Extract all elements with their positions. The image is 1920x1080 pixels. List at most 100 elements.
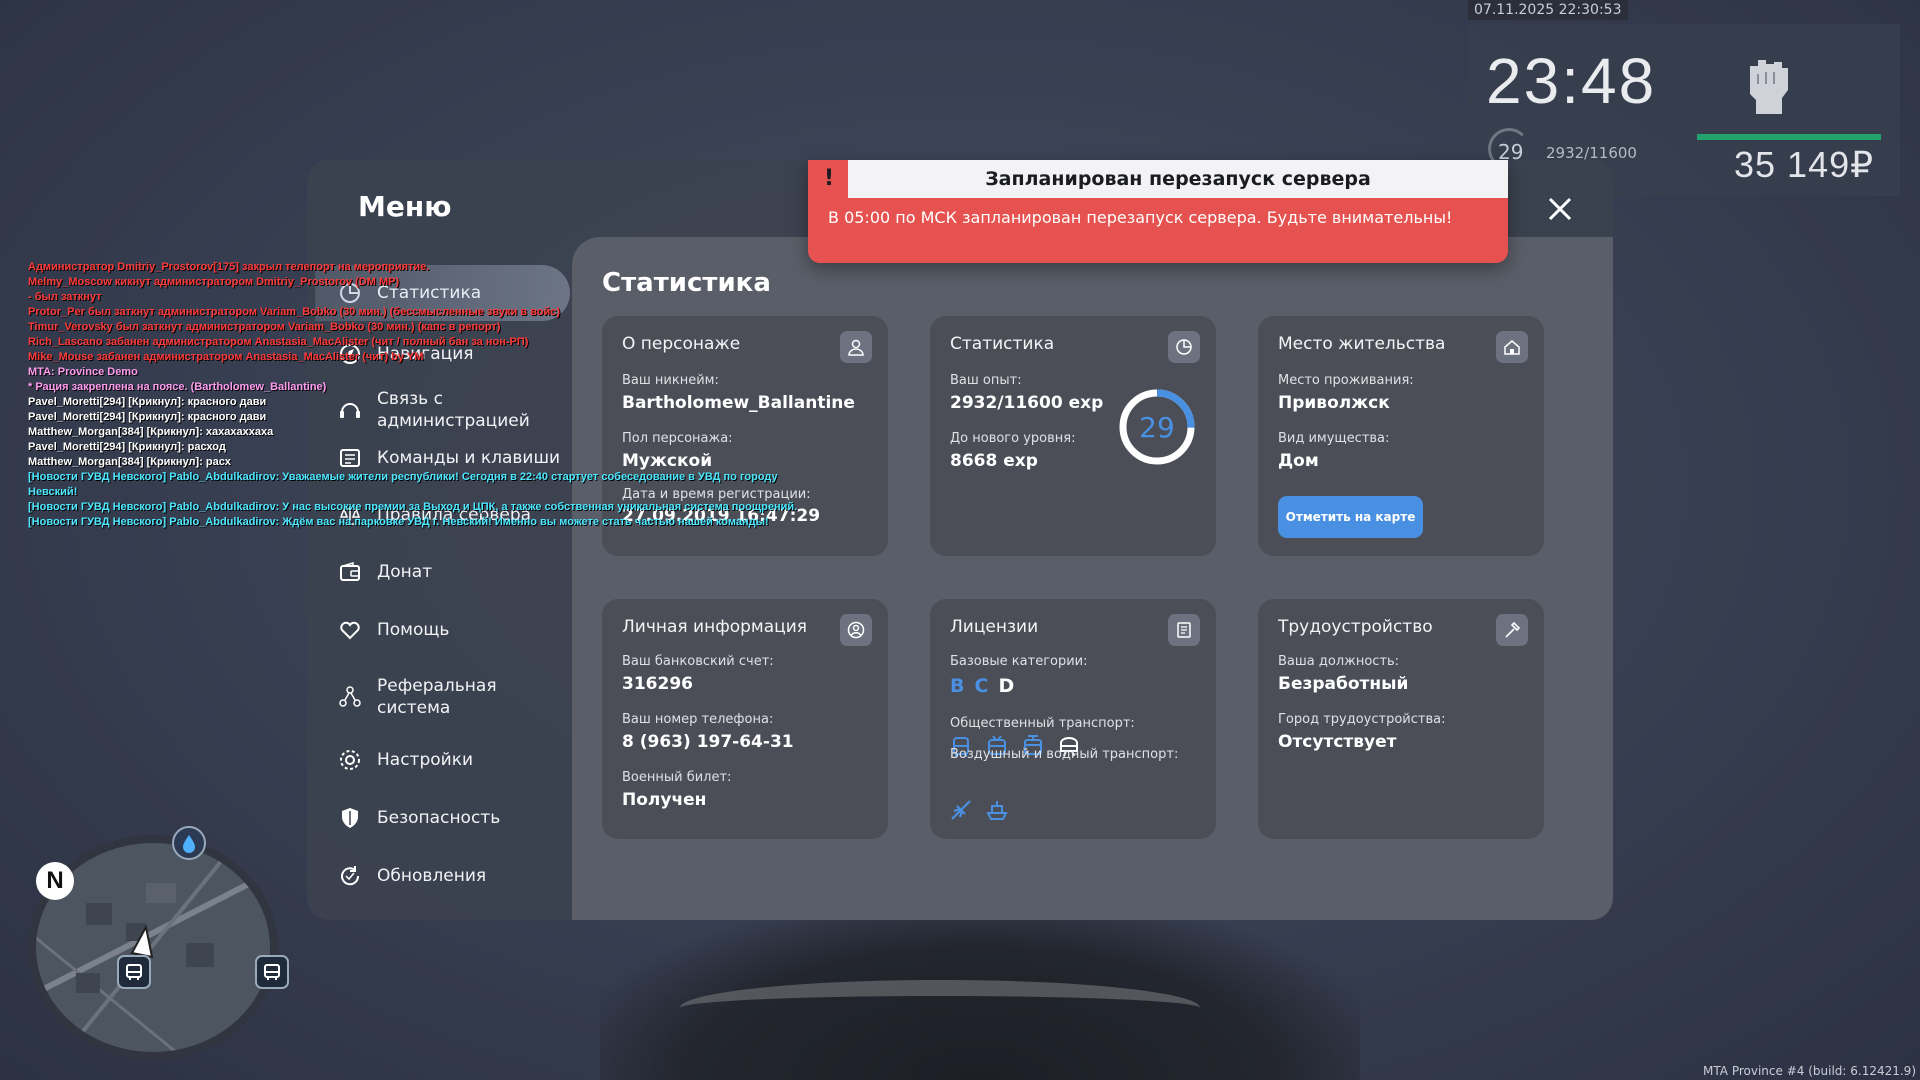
next-level-value: 8668 exp xyxy=(950,451,1038,471)
gear-icon xyxy=(340,750,360,770)
level-progress-ring: 29 xyxy=(1119,389,1195,465)
license-icon xyxy=(1168,614,1200,646)
hammer-icon xyxy=(1496,614,1528,646)
mark-on-map-button[interactable]: Отметить на карте xyxy=(1278,496,1423,538)
server-restart-notification: ! Запланирован перезапуск сервера В 05:0… xyxy=(808,160,1508,263)
nav-item-security[interactable]: Безопасность xyxy=(337,805,572,831)
house-icon xyxy=(1496,331,1528,363)
person-icon xyxy=(840,331,872,363)
chat-line: Pavel_Moretti[294] [Крикнул]: красного д… xyxy=(28,396,267,408)
north-indicator: N xyxy=(36,862,74,900)
air-water-icons xyxy=(948,797,1010,823)
residence-value: Приволжск xyxy=(1278,393,1390,413)
pie-chart-icon xyxy=(1168,331,1200,363)
card-licenses: Лицензии Базовые категории: B C D Общест… xyxy=(930,599,1216,839)
property-type-label: Вид имущества: xyxy=(1278,431,1390,446)
chat-line: Matthew_Morgan[384] [Крикнул]: расх xyxy=(28,456,231,468)
residence-label: Место проживания: xyxy=(1278,373,1414,388)
exp-label: Ваш опыт: xyxy=(950,373,1022,388)
base-categories-label: Базовые категории: xyxy=(950,654,1088,669)
chat-line: - был заткнут xyxy=(28,291,102,303)
bank-label: Ваш банковский счет: xyxy=(622,654,774,669)
job-city-value: Отсутствует xyxy=(1278,732,1397,752)
nav-label: Безопасность xyxy=(377,808,501,828)
hud-clock: 23:48 xyxy=(1486,45,1657,117)
chat-line: Protor_Per был заткнут администратором V… xyxy=(28,306,560,318)
card-stats: Статистика Ваш опыт: 2932/11600 exp До н… xyxy=(930,316,1216,556)
close-icon[interactable] xyxy=(1543,192,1577,226)
license-categories: B C D xyxy=(950,675,1014,697)
phone-value: 8 (963) 197-64-31 xyxy=(622,732,794,752)
chat-line: Matthew_Morgan[384] [Крикнул]: хахахахха… xyxy=(28,426,274,438)
category-c: C xyxy=(974,675,989,697)
card-title: Трудоустройство xyxy=(1278,617,1433,637)
public-transport-label: Общественный транспорт: xyxy=(950,716,1135,731)
nav-item-help[interactable]: Помощь xyxy=(337,617,572,643)
fist-icon xyxy=(1750,60,1788,114)
bank-value: 316296 xyxy=(622,674,693,694)
nav-label: Настройки xyxy=(377,750,474,770)
nav-label: Помощь xyxy=(377,620,450,640)
chat-line: * Рация закреплена на поясе. (Bartholome… xyxy=(28,381,327,393)
property-type-value: Дом xyxy=(1278,451,1319,471)
nav-item-updates[interactable]: Обновления xyxy=(337,863,572,889)
position-value: Безработный xyxy=(1278,674,1409,694)
nav-label: Обновления xyxy=(377,866,487,886)
wallet-icon xyxy=(340,561,360,581)
card-title: Место жительства xyxy=(1278,334,1446,354)
chat-line: Melmy_Moscow кикнут администратором Dmit… xyxy=(28,276,400,288)
money: 35 149₽ xyxy=(1734,144,1875,185)
nav-item-referral[interactable]: Реферальная система xyxy=(337,675,572,719)
military-value: Получен xyxy=(622,790,707,810)
chat-line: Mike_Mouse забанен администратором Anast… xyxy=(28,351,424,363)
job-city-label: Город трудоустройства: xyxy=(1278,712,1446,727)
timestamp: 07.11.2025 22:30:53 xyxy=(1468,0,1628,20)
chat-line: [Новости ГУВД Невского] Pablo_Abdulkadir… xyxy=(28,501,798,513)
chat-line: Администратор Dmitriy_Prostorov[175] зак… xyxy=(28,261,430,273)
menu-title: Меню xyxy=(358,190,452,223)
player-character xyxy=(600,910,1360,1080)
next-level-label: До нового уровня: xyxy=(950,431,1076,446)
plane-icon xyxy=(951,800,971,820)
heart-hand-icon xyxy=(340,621,360,640)
chat-log: Администратор Dmitriy_Prostorov[175] зак… xyxy=(28,260,828,530)
card-title: Статистика xyxy=(950,334,1055,354)
exp-value: 2932/11600 exp xyxy=(950,393,1104,413)
bus-stop-marker-icon xyxy=(255,955,289,989)
user-circle-icon xyxy=(840,614,872,646)
health-bar xyxy=(1697,134,1881,140)
chat-line: MTA: Province Demo xyxy=(28,366,138,378)
category-b: B xyxy=(950,675,965,697)
nav-label: Донат xyxy=(377,562,433,582)
card-personal: Личная информация Ваш банковский счет: 3… xyxy=(602,599,888,839)
notification-title: Запланирован перезапуск сервера xyxy=(848,160,1508,198)
alert-icon: ! xyxy=(824,166,835,191)
water-drop-icon xyxy=(172,826,206,860)
nav-item-donate[interactable]: Донат xyxy=(337,559,572,585)
network-icon xyxy=(339,686,361,707)
card-title: Личная информация xyxy=(622,617,808,637)
level-value: 29 xyxy=(1139,411,1175,444)
notification-body: В 05:00 по МСК запланирован перезапуск с… xyxy=(828,208,1453,227)
bus-stop-marker-icon xyxy=(117,955,151,989)
phone-label: Ваш номер телефона: xyxy=(622,712,774,727)
chat-line: Rich_Lascano забанен администратором Ana… xyxy=(28,336,529,348)
air-water-label: Воздушный и водный транспорт: xyxy=(950,747,1179,762)
refresh-icon xyxy=(341,866,360,886)
build-info: MTA Province #4 (build: 6.12421.9) xyxy=(1703,1064,1916,1078)
chat-line: [Новости ГУВД Невского] Pablo_Abdulkadir… xyxy=(28,516,769,528)
category-d: D xyxy=(998,675,1015,697)
nav-label: Реферальная система xyxy=(377,676,497,718)
shield-icon xyxy=(342,808,358,828)
boat-icon xyxy=(986,801,1008,820)
nav-item-settings[interactable]: Настройки xyxy=(337,747,572,773)
chat-line: Pavel_Moretti[294] [Крикнул]: красного д… xyxy=(28,411,267,423)
card-employment: Трудоустройство Ваша должность: Безработ… xyxy=(1258,599,1544,839)
chat-line: [Новости ГУВД Невского] Pablo_Abdulkadir… xyxy=(28,471,778,498)
card-residence: Место жительства Место проживания: Приво… xyxy=(1258,316,1544,556)
position-label: Ваша должность: xyxy=(1278,654,1400,669)
chat-line: Pavel_Moretti[294] [Крикнул]: расход xyxy=(28,441,226,453)
military-label: Военный билет: xyxy=(622,770,732,785)
chat-line: Timur_Verovsky был заткнут администратор… xyxy=(28,321,501,333)
card-title: Лицензии xyxy=(950,617,1039,637)
